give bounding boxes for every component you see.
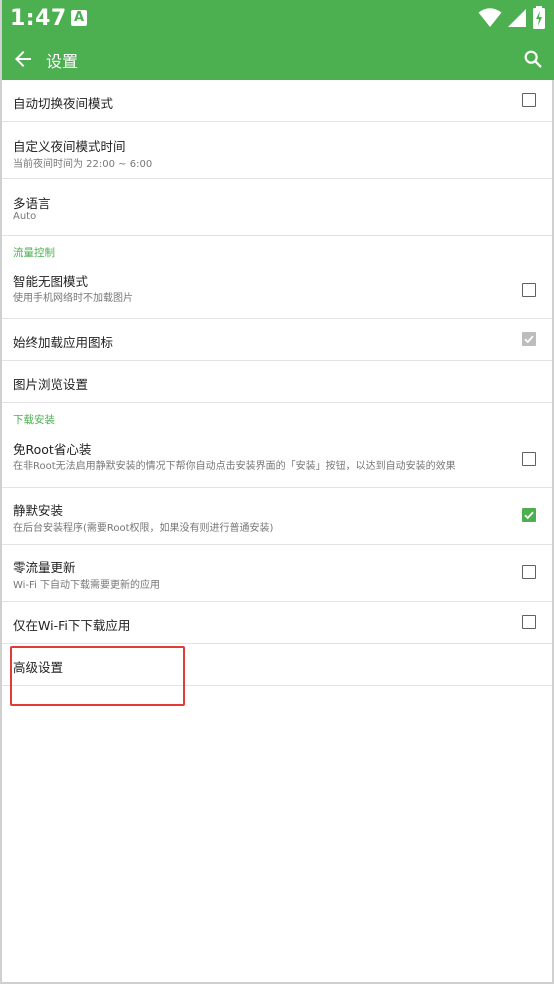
pref-title: 图片浏览设置	[13, 377, 89, 392]
status-time: 1:47	[10, 6, 67, 31]
silent-install-checkbox[interactable]	[522, 508, 536, 522]
pref-root-free-install[interactable]: 免Root省心装 在非Root无法启用静默安装的情况下帮你自动点击安装界面的「安…	[2, 431, 552, 488]
pref-summary: 当前夜间时间为 22:00 ~ 6:00	[13, 159, 153, 170]
pref-zero-traffic-update[interactable]: 零流量更新 Wi-Fi 下自动下载需要更新的应用	[2, 545, 552, 602]
no-image-checkbox[interactable]	[522, 283, 536, 297]
category-label: 下载安装	[13, 414, 55, 426]
pref-title: 始终加载应用图标	[13, 335, 114, 350]
pref-summary: 在后台安装程序(需要Root权限，如果没有则进行普通安装)	[13, 523, 274, 534]
status-bar: 1:47 A	[0, 0, 554, 38]
check-icon	[524, 511, 534, 520]
zero-traffic-checkbox[interactable]	[522, 565, 536, 579]
wifi-only-checkbox[interactable]	[522, 615, 536, 629]
load-icons-checkbox[interactable]	[522, 332, 536, 346]
pref-always-load-icons[interactable]: 始终加载应用图标	[2, 319, 552, 361]
pref-summary: Wi-Fi 下自动下载需要更新的应用	[13, 580, 161, 591]
pref-language[interactable]: 多语言 Auto	[2, 179, 552, 236]
pref-title: 零流量更新	[13, 560, 76, 575]
pref-title: 自定义夜间模式时间	[13, 139, 126, 154]
pref-summary: 使用手机网络时不加载图片	[13, 293, 133, 304]
notification-icon: A	[71, 10, 87, 26]
pref-title: 免Root省心装	[13, 442, 92, 457]
pref-title: 仅在Wi-Fi下下载应用	[13, 618, 131, 633]
pref-night-time[interactable]: 自定义夜间模式时间 当前夜间时间为 22:00 ~ 6:00	[2, 122, 552, 179]
pref-summary: Auto	[13, 211, 37, 222]
pref-title: 多语言	[13, 196, 51, 211]
battery-charging-icon	[533, 6, 545, 29]
category-traffic-control: 流量控制	[2, 236, 552, 264]
pref-silent-install[interactable]: 静默安装 在后台安装程序(需要Root权限，如果没有则进行普通安装)	[2, 488, 552, 545]
pref-smart-no-image[interactable]: 智能无图模式 使用手机网络时不加载图片	[2, 264, 552, 319]
highlight-box	[10, 646, 185, 706]
pref-title: 智能无图模式	[13, 274, 89, 289]
auto-night-checkbox[interactable]	[522, 93, 536, 107]
root-free-checkbox[interactable]	[522, 452, 536, 466]
pref-wifi-only-download[interactable]: 仅在Wi-Fi下下载应用	[2, 602, 552, 644]
arrow-left-icon[interactable]	[11, 47, 35, 71]
category-download-install: 下载安装	[2, 403, 552, 431]
pref-title: 自动切换夜间模式	[13, 96, 114, 111]
status-icons	[478, 6, 546, 32]
check-icon	[524, 335, 534, 344]
pref-auto-night-mode[interactable]: 自动切换夜间模式	[2, 80, 552, 122]
signal-icon	[507, 9, 526, 27]
app-bar: 设置	[0, 38, 554, 80]
category-label: 流量控制	[13, 247, 55, 259]
wifi-icon	[478, 8, 502, 27]
page-title: 设置	[46, 52, 79, 71]
pref-image-viewer-settings[interactable]: 图片浏览设置	[2, 361, 552, 403]
pref-summary: 在非Root无法启用静默安装的情况下帮你自动点击安装界面的「安装」按钮，以达到自…	[13, 461, 456, 472]
settings-list: 自动切换夜间模式 自定义夜间模式时间 当前夜间时间为 22:00 ~ 6:00 …	[2, 80, 552, 686]
frame-edge-left	[0, 0, 2, 984]
settings-screen: 1:47 A 设置 自动切换夜间模式 自定义夜间模式时间 当前夜间时间为 22:…	[0, 0, 554, 984]
pref-title: 静默安装	[13, 503, 64, 518]
search-icon[interactable]	[522, 48, 544, 70]
